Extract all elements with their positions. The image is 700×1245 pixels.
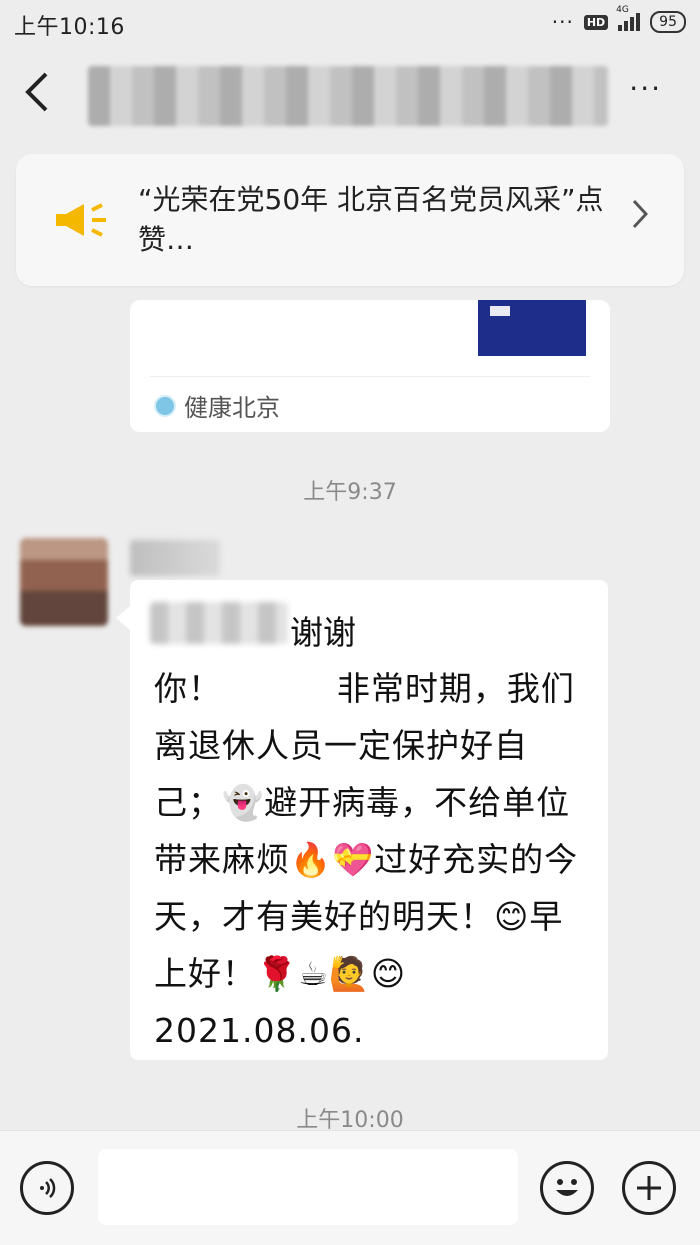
status-time: 上午10:16	[14, 15, 125, 40]
card-divider	[150, 376, 590, 377]
timestamp-divider: 上午9:37	[303, 480, 397, 505]
hd-icon: HD	[583, 14, 609, 30]
notice-text: “光荣在党50年 北京百名党员风采”点赞…	[138, 183, 604, 256]
message-input[interactable]	[98, 1149, 518, 1225]
input-bar	[0, 1130, 700, 1245]
megaphone-icon	[56, 203, 106, 237]
chat-header: ···	[0, 46, 700, 146]
battery-icon: 95	[650, 11, 686, 33]
card-source: 健康北京	[154, 388, 280, 423]
emoji-button[interactable]	[540, 1161, 594, 1215]
message-bubble[interactable]: 谢谢 你！ 非常时期，我们离退休人员一定保护好自己；👻避开病毒，不给单位带来麻烦…	[116, 580, 608, 1060]
card-thumbnail	[478, 300, 586, 356]
shared-link-card[interactable]: 健康北京	[130, 300, 610, 432]
sender-name-redacted	[130, 540, 220, 576]
status-bar: 上午10:16 ··· HD 4G 95	[0, 0, 700, 46]
chevron-left-icon	[25, 72, 48, 112]
source-logo-icon	[154, 394, 176, 417]
voice-icon	[40, 1178, 56, 1198]
plus-button[interactable]	[622, 1161, 676, 1215]
status-icons: ··· HD 4G 95	[551, 5, 686, 34]
signal-icon: 4G	[616, 5, 641, 31]
mention-redacted	[150, 602, 288, 644]
avatar[interactable]	[20, 538, 108, 626]
chevron-right-icon	[632, 198, 649, 238]
source-name: 健康北京	[184, 394, 280, 422]
more-options-button[interactable]: ···	[629, 72, 662, 105]
chat-title-redacted	[88, 66, 608, 126]
notification-dots: ···	[551, 10, 574, 34]
plus-icon	[637, 1176, 661, 1200]
group-notice-banner[interactable]: “光荣在党50年 北京百名党员风采”点赞…	[16, 154, 684, 286]
message-text: 你！ 非常时期，我们离退休人员一定保护好自己；👻避开病毒，不给单位带来麻烦🔥💝过…	[154, 669, 579, 1050]
message-first-line: 谢谢	[290, 613, 356, 652]
back-button[interactable]	[22, 70, 62, 120]
smile-icon	[556, 1179, 578, 1196]
voice-button[interactable]	[20, 1161, 74, 1215]
